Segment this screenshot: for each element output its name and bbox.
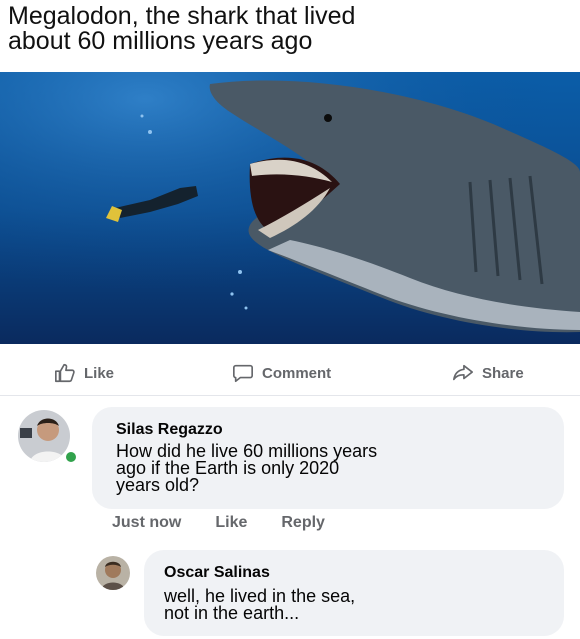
comment-bubble-silas: Silas Regazzo How did he live 60 million… — [92, 407, 564, 509]
comment-timestamp: Just now — [112, 514, 182, 531]
comment-bubble-oscar: Oscar Salinas well, he lived in the sea,… — [144, 550, 564, 636]
comment-button[interactable]: Comment — [232, 362, 331, 384]
share-button[interactable]: Share — [452, 362, 524, 384]
comment-author[interactable]: Silas Regazzo — [116, 421, 223, 439]
avatar-oscar[interactable] — [96, 556, 130, 590]
avatar-image — [96, 556, 130, 590]
megalodon-illustration — [0, 72, 580, 344]
comment-text-line: years old? — [116, 475, 200, 495]
megalodon-photo — [0, 72, 580, 344]
comment-author[interactable]: Oscar Salinas — [164, 564, 270, 582]
share-arrow-icon — [453, 364, 473, 381]
comment-label: Comment — [262, 364, 332, 382]
divider — [0, 395, 580, 396]
comment-text-line: not in the earth... — [164, 603, 300, 623]
caption-line-1: Megalodon, the shark that lived — [8, 2, 356, 30]
comment-meta-silas: Just now Like Reply — [112, 514, 325, 532]
caption-line-2: about 60 millions years ago — [8, 27, 313, 55]
comment-text: well, he lived in the sea, not in the ea… — [164, 587, 355, 623]
avatar-silas[interactable] — [18, 410, 70, 462]
avatar-image — [18, 410, 70, 462]
share-label: Share — [482, 364, 524, 382]
like-button[interactable]: Like — [54, 362, 114, 384]
meme-caption: Megalodon, the shark that lived about 60… — [8, 4, 568, 54]
online-status-indicator — [64, 450, 78, 464]
comment-reply-link[interactable]: Reply — [281, 514, 325, 532]
like-label: Like — [84, 364, 115, 382]
post-action-bar: Like Comment Share — [0, 352, 580, 394]
speech-bubble-icon — [233, 364, 253, 383]
thumbs-up-icon — [55, 363, 75, 383]
comment-like-link[interactable]: Like — [215, 514, 247, 532]
comment-text: How did he live 60 millions years ago if… — [116, 442, 377, 495]
